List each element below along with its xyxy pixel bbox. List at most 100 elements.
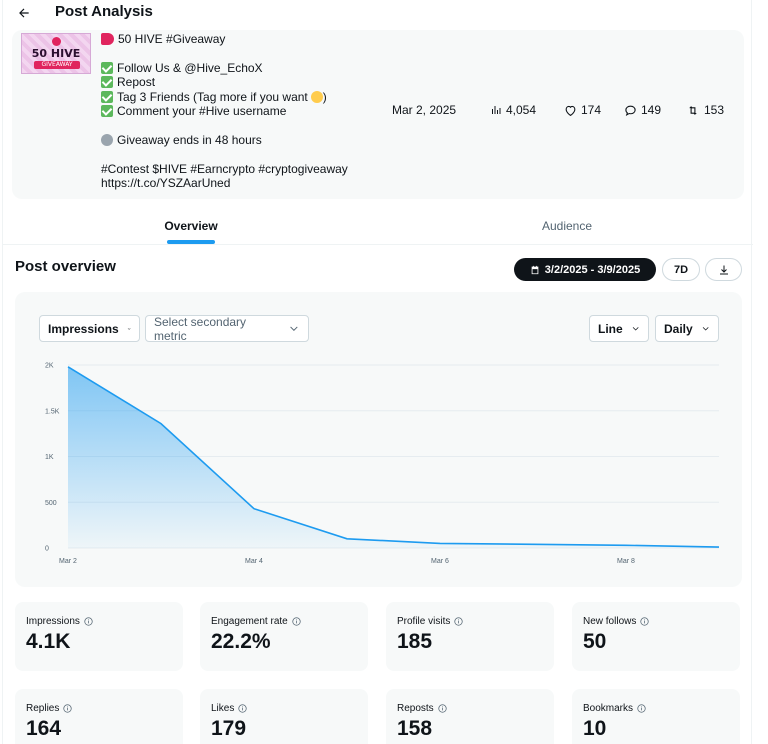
post-line-text: Repost (117, 75, 156, 90)
info-icon[interactable] (63, 704, 72, 713)
post-line-suffix: ) (322, 89, 327, 104)
info-icon[interactable] (292, 617, 301, 626)
metric-card-bookmarks: Bookmarks 10 (572, 689, 740, 744)
page-title: Post Analysis (55, 3, 153, 20)
heart-eyes-emoji-icon (310, 90, 323, 103)
post-stats: Mar 2, 2025 4,054 174 149 153 (392, 103, 732, 119)
reposts-stat: 153 (686, 103, 724, 117)
metric-label-text: Replies (26, 703, 60, 714)
horn-emoji-icon (101, 33, 114, 45)
reply-icon (625, 105, 636, 116)
data-point-mar-4[interactable] (252, 507, 256, 511)
back-button[interactable] (13, 2, 35, 24)
x-tick-label: Mar 4 (245, 558, 263, 565)
impressions-chart[interactable]: 0 500 1K 1.5K 2K Mar 2 Mar 4 Mar 6 Mar 8 (15, 292, 742, 587)
post-line-text: https://t.co/YSZAarUned (101, 175, 231, 190)
post-line-text: Comment your #Hive username (117, 103, 287, 118)
metric-card-new-follows: New follows 50 (572, 602, 740, 671)
download-button[interactable] (705, 258, 742, 281)
post-line-text: Follow Us & @Hive_EchoX (117, 60, 263, 75)
check-emoji-icon (101, 90, 113, 103)
post-date-text: Mar 2, 2025 (392, 103, 457, 117)
x-axis-labels: Mar 2 Mar 4 Mar 6 Mar 8 (59, 558, 635, 565)
metric-value: 164 (26, 717, 62, 740)
info-icon[interactable] (640, 617, 649, 626)
metric-card-profile-visits: Profile visits 185 (386, 602, 554, 671)
info-icon[interactable] (454, 617, 463, 626)
x-tick-label: Mar 2 (59, 558, 77, 565)
metric-card-likes: Likes 179 (200, 689, 368, 744)
section-title: Post overview (15, 258, 116, 275)
info-icon[interactable] (637, 704, 646, 713)
post-text: 50 HIVE #Giveaway Follow Us & @Hive_EchoX… (101, 32, 381, 190)
post-line-gap (101, 118, 381, 132)
tab-audience[interactable]: Audience (479, 207, 655, 245)
analysis-tabs: Overview Audience (3, 207, 753, 245)
data-point-mar-9[interactable] (717, 545, 721, 549)
date-range-button[interactable]: 3/2/2025 - 3/9/2025 (514, 258, 656, 281)
data-point-mar-5[interactable] (345, 537, 349, 541)
metric-label-text: Engagement rate (211, 616, 288, 627)
metric-label: Bookmarks (583, 703, 646, 714)
y-tick-label: 2K (45, 363, 54, 370)
post-line: 50 HIVE #Giveaway (101, 32, 381, 46)
x-tick-label: Mar 6 (431, 558, 449, 565)
post-preview-card[interactable]: 50 HIVE GIVEAWAY 50 HIVE #Giveaway Follow… (12, 30, 744, 199)
post-line: Follow Us & @Hive_EchoX (101, 61, 381, 75)
metric-value: 4.1K (26, 630, 71, 653)
active-tab-indicator (167, 240, 215, 244)
chart-card: Impressions Select secondary metric Line… (15, 292, 742, 587)
metric-value: 158 (397, 717, 433, 740)
views-count: 4,054 (506, 103, 537, 117)
range-preset-button[interactable]: 7D (662, 258, 700, 281)
post-line-text: Giveaway ends in 48 hours (117, 132, 262, 147)
metric-value: 179 (211, 717, 247, 740)
metric-label: New follows (583, 616, 649, 627)
impressions-area (68, 366, 719, 548)
views-stat: 4,054 (490, 103, 536, 117)
arrow-left-icon (19, 8, 29, 18)
hive-logo-icon (52, 37, 61, 46)
post-line-text: #Contest $HIVE #Earncrypto #cryptogiveaw… (101, 161, 348, 176)
check-emoji-icon (101, 61, 113, 74)
metric-label-text: Impressions (26, 616, 80, 627)
post-line: https://t.co/YSZAarUned (101, 176, 381, 190)
data-point-mar-6[interactable] (438, 541, 442, 545)
likes-count: 174 (581, 103, 602, 117)
views-icon (492, 106, 501, 114)
data-point-mar-8[interactable] (624, 543, 628, 547)
x-tick-label: Mar 8 (617, 558, 635, 565)
post-thumbnail[interactable]: 50 HIVE GIVEAWAY (21, 33, 91, 74)
metric-label: Replies (26, 703, 72, 714)
post-line-gap (101, 147, 381, 161)
metric-value: 10 (583, 717, 607, 740)
metric-label: Engagement rate (211, 616, 301, 627)
info-icon[interactable] (84, 617, 93, 626)
post-line: Comment your #Hive username (101, 104, 381, 118)
data-point-mar-2[interactable] (66, 365, 70, 369)
check-emoji-icon (101, 76, 113, 89)
post-line-text: Tag 3 Friends (Tag more if you want (117, 89, 308, 104)
data-point-mar-7[interactable] (531, 542, 535, 546)
y-tick-label: 1.5K (45, 408, 60, 415)
clock-emoji-icon (101, 133, 113, 146)
metric-label-text: Bookmarks (583, 703, 634, 714)
post-line: #Contest $HIVE #Earncrypto #cryptogiveaw… (101, 162, 381, 176)
post-line: Tag 3 Friends (Tag more if you want) (101, 90, 381, 104)
reposts-count: 153 (704, 103, 725, 117)
metric-value: 50 (583, 630, 607, 653)
info-icon[interactable] (238, 704, 247, 713)
metric-label-text: Likes (211, 703, 235, 714)
y-tick-label: 500 (45, 500, 57, 507)
download-icon (719, 265, 728, 274)
metric-label-text: Profile visits (397, 616, 451, 627)
repost-icon (689, 105, 697, 115)
metric-value: 185 (397, 630, 433, 653)
info-icon[interactable] (438, 704, 447, 713)
data-point-mar-3[interactable] (159, 422, 163, 426)
metric-label: Profile visits (397, 616, 463, 627)
post-line: Repost (101, 75, 381, 89)
post-analysis-panel: Post Analysis 50 HIVE GIVEAWAY 50 HIVE #… (2, 0, 753, 744)
replies-count: 149 (641, 103, 662, 117)
metric-label: Reposts (397, 703, 447, 714)
